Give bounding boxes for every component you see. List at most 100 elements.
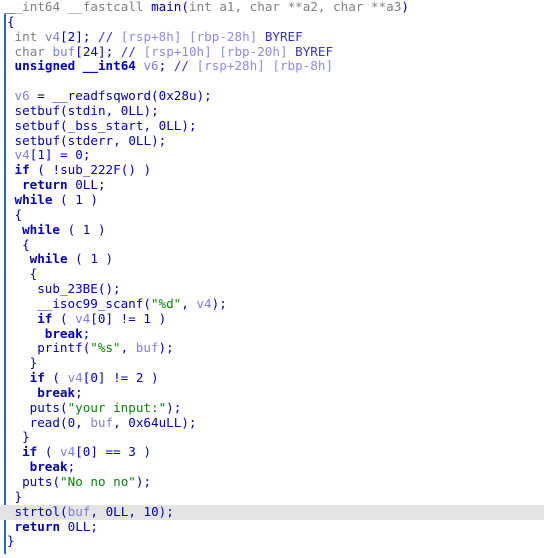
token-cmtloc: [rsp+8h] [rbp-28h] xyxy=(120,28,265,44)
token-fn[interactable]: read xyxy=(30,415,60,430)
code-line[interactable]: if ( v4[0] != 2 ) xyxy=(0,370,544,386)
token-kw: __int64 xyxy=(82,58,144,74)
token-punct: [ xyxy=(90,310,98,326)
pseudocode-view[interactable]: __int64 __fastcall main(int a1, char **a… xyxy=(0,0,544,558)
token-kw: if xyxy=(37,310,53,326)
token-local[interactable]: buf xyxy=(68,504,91,519)
token-punct: ( xyxy=(52,310,76,326)
code-line[interactable] xyxy=(0,74,544,89)
code-line[interactable]: return 0LL; xyxy=(0,518,544,535)
code-line[interactable]: } xyxy=(0,430,544,445)
token-kw: unsigned xyxy=(14,58,83,74)
token-punct: , xyxy=(120,340,136,356)
code-line[interactable]: v4[1] = 0; xyxy=(0,148,544,163)
code-listing[interactable]: __int64 __fastcall main(int a1, char **a… xyxy=(0,0,544,549)
token-cmt: BYREF xyxy=(264,28,303,44)
code-line[interactable]: puts("your input:"); xyxy=(0,399,544,416)
code-line[interactable]: setbuf(stderr, 0LL); xyxy=(0,133,544,149)
token-str: "your input:" xyxy=(67,399,167,415)
token-fn[interactable]: puts xyxy=(22,474,52,489)
token-fn[interactable]: main xyxy=(151,0,181,14)
code-line[interactable]: printf("%s", buf); xyxy=(0,340,544,356)
token-type: int a1, char **a2, char **a3 xyxy=(189,0,402,14)
code-line[interactable]: { xyxy=(0,237,544,253)
token-local[interactable]: v4 xyxy=(15,147,30,163)
token-local[interactable]: v4 xyxy=(45,29,60,44)
token-num: 0LL xyxy=(75,177,98,193)
code-line[interactable]: { xyxy=(0,266,544,282)
token-num: 1 xyxy=(143,310,151,326)
token-brace: } xyxy=(14,488,23,504)
token-punct: , xyxy=(113,414,129,430)
code-line[interactable]: break; xyxy=(0,459,544,475)
token-fn[interactable]: puts xyxy=(30,400,60,415)
code-line[interactable]: setbuf(_bss_start, 0LL); xyxy=(0,117,544,134)
token-punct: ( xyxy=(44,370,68,386)
token-local[interactable]: buf xyxy=(136,340,159,355)
token-punct: ) xyxy=(97,251,114,267)
code-line[interactable]: puts("No no no"); xyxy=(0,474,544,490)
token-kw: break xyxy=(29,459,68,475)
code-line[interactable]: { xyxy=(0,207,544,223)
token-local[interactable]: v6 xyxy=(15,88,30,103)
code-line[interactable]: return 0LL; xyxy=(0,177,544,193)
code-line[interactable]: __int64 __fastcall main(int a1, char **a… xyxy=(0,0,544,15)
token-local[interactable]: v4 xyxy=(196,296,211,311)
code-line[interactable]: unsigned __int64 v6; // [rsp+28h] [rbp-8… xyxy=(0,58,544,74)
token-type: char xyxy=(14,43,53,59)
code-line[interactable]: read(0, buf, 0x64uLL); xyxy=(0,414,544,431)
token-fn[interactable]: setbuf xyxy=(15,133,61,148)
code-line[interactable]: __isoc99_scanf("%d", v4); xyxy=(0,295,544,312)
token-local[interactable]: v6 xyxy=(143,58,158,73)
token-punct: ; xyxy=(97,177,106,193)
code-line[interactable]: v6 = __readfsqword(0x28u); xyxy=(0,88,544,104)
token-punct: ] != xyxy=(97,370,136,386)
token-fn[interactable]: strtol xyxy=(15,504,61,519)
token-fn[interactable]: __isoc99_scanf xyxy=(37,296,143,311)
token-fn[interactable]: stdin xyxy=(68,103,106,118)
token-type: int xyxy=(14,28,45,44)
code-line[interactable]: break; xyxy=(0,326,544,342)
token-fn[interactable]: _bss_start xyxy=(68,118,144,133)
code-line[interactable]: break; xyxy=(0,385,544,401)
code-line[interactable]: char buf[24]; // [rsp+10h] [rbp-20h] BYR… xyxy=(0,43,544,60)
code-line[interactable]: sub_23BE(); xyxy=(0,281,544,297)
token-fn[interactable]: sub_23BE xyxy=(37,281,98,296)
code-line[interactable]: if ( v4[0] == 3 ) xyxy=(0,444,544,460)
code-line[interactable]: { xyxy=(0,14,544,30)
token-punct: ( xyxy=(181,0,189,14)
token-num: 0x28u xyxy=(158,88,197,104)
token-fn[interactable]: setbuf xyxy=(15,118,61,133)
token-punct: ; xyxy=(82,147,91,163)
token-fn[interactable]: printf xyxy=(37,340,83,355)
code-line[interactable]: } xyxy=(0,488,544,505)
token-punct: ); xyxy=(166,399,182,415)
token-num: 0LL xyxy=(67,518,91,534)
token-punct: ( xyxy=(59,414,68,430)
token-local[interactable]: buf xyxy=(52,44,75,59)
code-line[interactable]: while ( 1 ) xyxy=(0,251,544,267)
token-fn[interactable]: setbuf xyxy=(15,103,61,118)
code-line[interactable]: setbuf(stdin, 0LL); xyxy=(0,103,544,119)
token-local[interactable]: v4 xyxy=(60,444,75,459)
code-line[interactable]: } xyxy=(0,355,544,371)
token-str: "%d" xyxy=(150,295,182,311)
token-punct: ; xyxy=(90,518,98,534)
token-local[interactable]: v4 xyxy=(75,311,90,326)
code-line[interactable]: while ( 1 ) xyxy=(0,222,544,238)
token-local[interactable]: v4 xyxy=(68,370,83,385)
code-line-highlighted[interactable]: strtol(buf, 0LL, 10); xyxy=(0,503,544,520)
code-line[interactable]: } xyxy=(0,533,544,549)
code-line[interactable]: if ( v4[0] != 1 ) xyxy=(0,310,544,327)
token-num: 1 xyxy=(75,191,83,207)
token-punct: ); xyxy=(181,414,197,430)
token-fn[interactable]: stderr xyxy=(68,133,114,148)
code-line[interactable]: int v4[2]; // [rsp+8h] [rbp-28h] BYREF xyxy=(0,28,544,45)
token-punct: ); xyxy=(158,503,174,519)
token-fn[interactable]: sub_222F xyxy=(60,162,121,177)
token-punct: ); xyxy=(181,117,197,133)
token-fn[interactable]: __readfsqword xyxy=(52,88,151,103)
code-line[interactable]: if ( !sub_222F() ) xyxy=(0,162,544,178)
code-line[interactable]: while ( 1 ) xyxy=(0,191,544,208)
token-local[interactable]: buf xyxy=(90,415,113,430)
